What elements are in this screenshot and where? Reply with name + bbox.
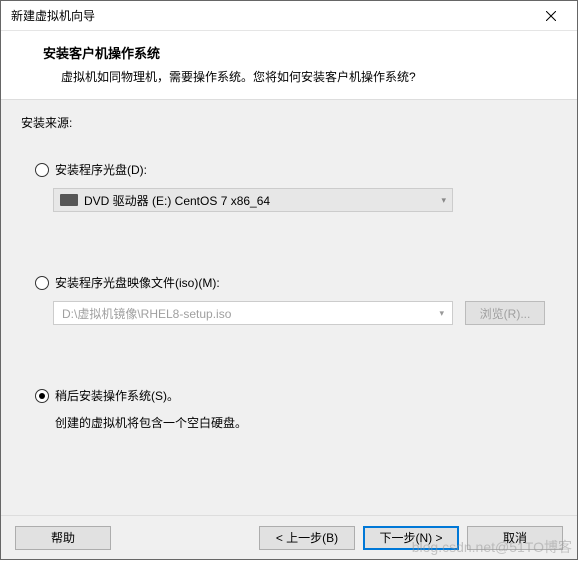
disc-dropdown[interactable]: DVD 驱动器 (E:) CentOS 7 x86_64 ▾ (53, 188, 453, 212)
radio-disc[interactable] (35, 163, 49, 177)
back-button[interactable]: < 上一步(B) (259, 526, 355, 550)
footer-panel: 帮助 < 上一步(B) 下一步(N) > 取消 (1, 515, 577, 559)
chevron-down-icon: ▾ (439, 308, 444, 319)
radio-iso[interactable] (35, 276, 49, 290)
option-later-desc: 创建的虚拟机将包含一个空白硬盘。 (55, 414, 557, 431)
radio-iso-label: 安装程序光盘映像文件(iso)(M): (55, 274, 220, 291)
radio-disc-label: 安装程序光盘(D): (55, 161, 147, 178)
option-later: 稍后安装操作系统(S)。 创建的虚拟机将包含一个空白硬盘。 (21, 387, 557, 431)
radio-later[interactable] (35, 389, 49, 403)
body-panel: 安装来源: 安装程序光盘(D): DVD 驱动器 (E:) CentOS 7 x… (1, 99, 577, 515)
option-disc: 安装程序光盘(D): DVD 驱动器 (E:) CentOS 7 x86_64 … (21, 161, 557, 212)
dvd-icon (60, 194, 78, 206)
iso-path-combobox[interactable]: D:\虚拟机镜像\RHEL8-setup.iso ▾ (53, 301, 453, 325)
option-iso: 安装程序光盘映像文件(iso)(M): D:\虚拟机镜像\RHEL8-setup… (21, 274, 557, 325)
radio-disc-row[interactable]: 安装程序光盘(D): (35, 161, 557, 178)
radio-iso-row[interactable]: 安装程序光盘映像文件(iso)(M): (35, 274, 557, 291)
radio-later-row[interactable]: 稍后安装操作系统(S)。 (35, 387, 557, 404)
next-button[interactable]: 下一步(N) > (363, 526, 459, 550)
disc-dropdown-text: DVD 驱动器 (E:) CentOS 7 x86_64 (84, 192, 441, 209)
iso-path-text: D:\虚拟机镜像\RHEL8-setup.iso (62, 305, 439, 322)
header-title: 安装客户机操作系统 (43, 43, 555, 62)
close-button[interactable] (533, 2, 569, 30)
wizard-window: 新建虚拟机向导 安装客户机操作系统 虚拟机如同物理机，需要操作系统。您将如何安装… (0, 0, 578, 560)
browse-button[interactable]: 浏览(R)... (465, 301, 545, 325)
install-source-label: 安装来源: (21, 114, 557, 131)
window-title: 新建虚拟机向导 (11, 7, 95, 24)
chevron-down-icon: ▾ (441, 195, 446, 206)
close-icon (546, 11, 556, 21)
help-button[interactable]: 帮助 (15, 526, 111, 550)
header-panel: 安装客户机操作系统 虚拟机如同物理机，需要操作系统。您将如何安装客户机操作系统? (1, 31, 577, 99)
header-description: 虚拟机如同物理机，需要操作系统。您将如何安装客户机操作系统? (61, 68, 555, 85)
radio-later-label: 稍后安装操作系统(S)。 (55, 387, 179, 404)
titlebar: 新建虚拟机向导 (1, 1, 577, 31)
cancel-button[interactable]: 取消 (467, 526, 563, 550)
